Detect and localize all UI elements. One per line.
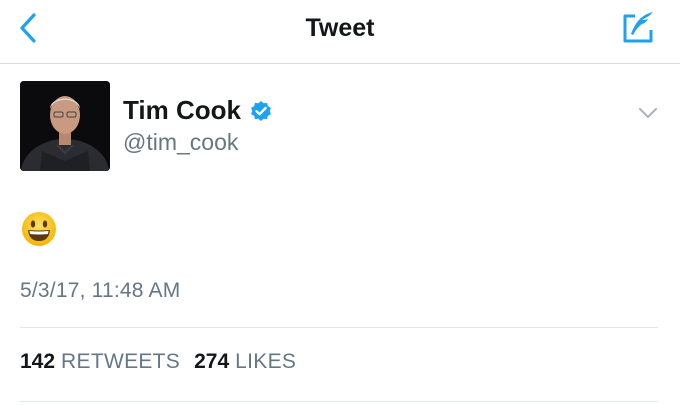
tweet-author: Tim Cook @tim_cook	[20, 81, 660, 173]
author-display-name[interactable]: Tim Cook	[123, 95, 241, 126]
page-title: Tweet	[305, 14, 375, 42]
verified-badge-icon	[249, 99, 273, 123]
likes-label: LIKES	[235, 350, 297, 373]
avatar[interactable]	[20, 81, 110, 171]
divider	[20, 327, 658, 328]
divider	[20, 401, 658, 402]
navigation-bar: Tweet	[0, 0, 680, 64]
name-row: Tim Cook	[123, 95, 273, 126]
author-handle[interactable]: @tim_cook	[123, 129, 238, 156]
retweets-count: 142	[20, 350, 56, 373]
compose-tweet-button[interactable]	[618, 8, 658, 48]
profile-photo	[20, 81, 110, 171]
tweet-text	[20, 210, 60, 250]
likes-stat[interactable]: 274 LIKES	[194, 350, 296, 374]
tweet-options-button[interactable]	[636, 101, 660, 125]
retweets-label: RETWEETS	[61, 350, 181, 373]
tweet-stats: 142 RETWEETS 274 LIKES	[20, 350, 310, 374]
chevron-down-icon	[638, 107, 658, 119]
grinning-face-emoji-icon	[22, 212, 56, 246]
retweets-stat[interactable]: 142 RETWEETS	[20, 350, 180, 374]
compose-tweet-icon	[623, 12, 653, 43]
tweet-timestamp: 5/3/17, 11:48 AM	[20, 279, 181, 302]
tweet-detail-screen: Tweet Tim Cook @tim_cook 5/3/17, 11:48 A…	[0, 0, 680, 405]
likes-count: 274	[194, 350, 230, 373]
